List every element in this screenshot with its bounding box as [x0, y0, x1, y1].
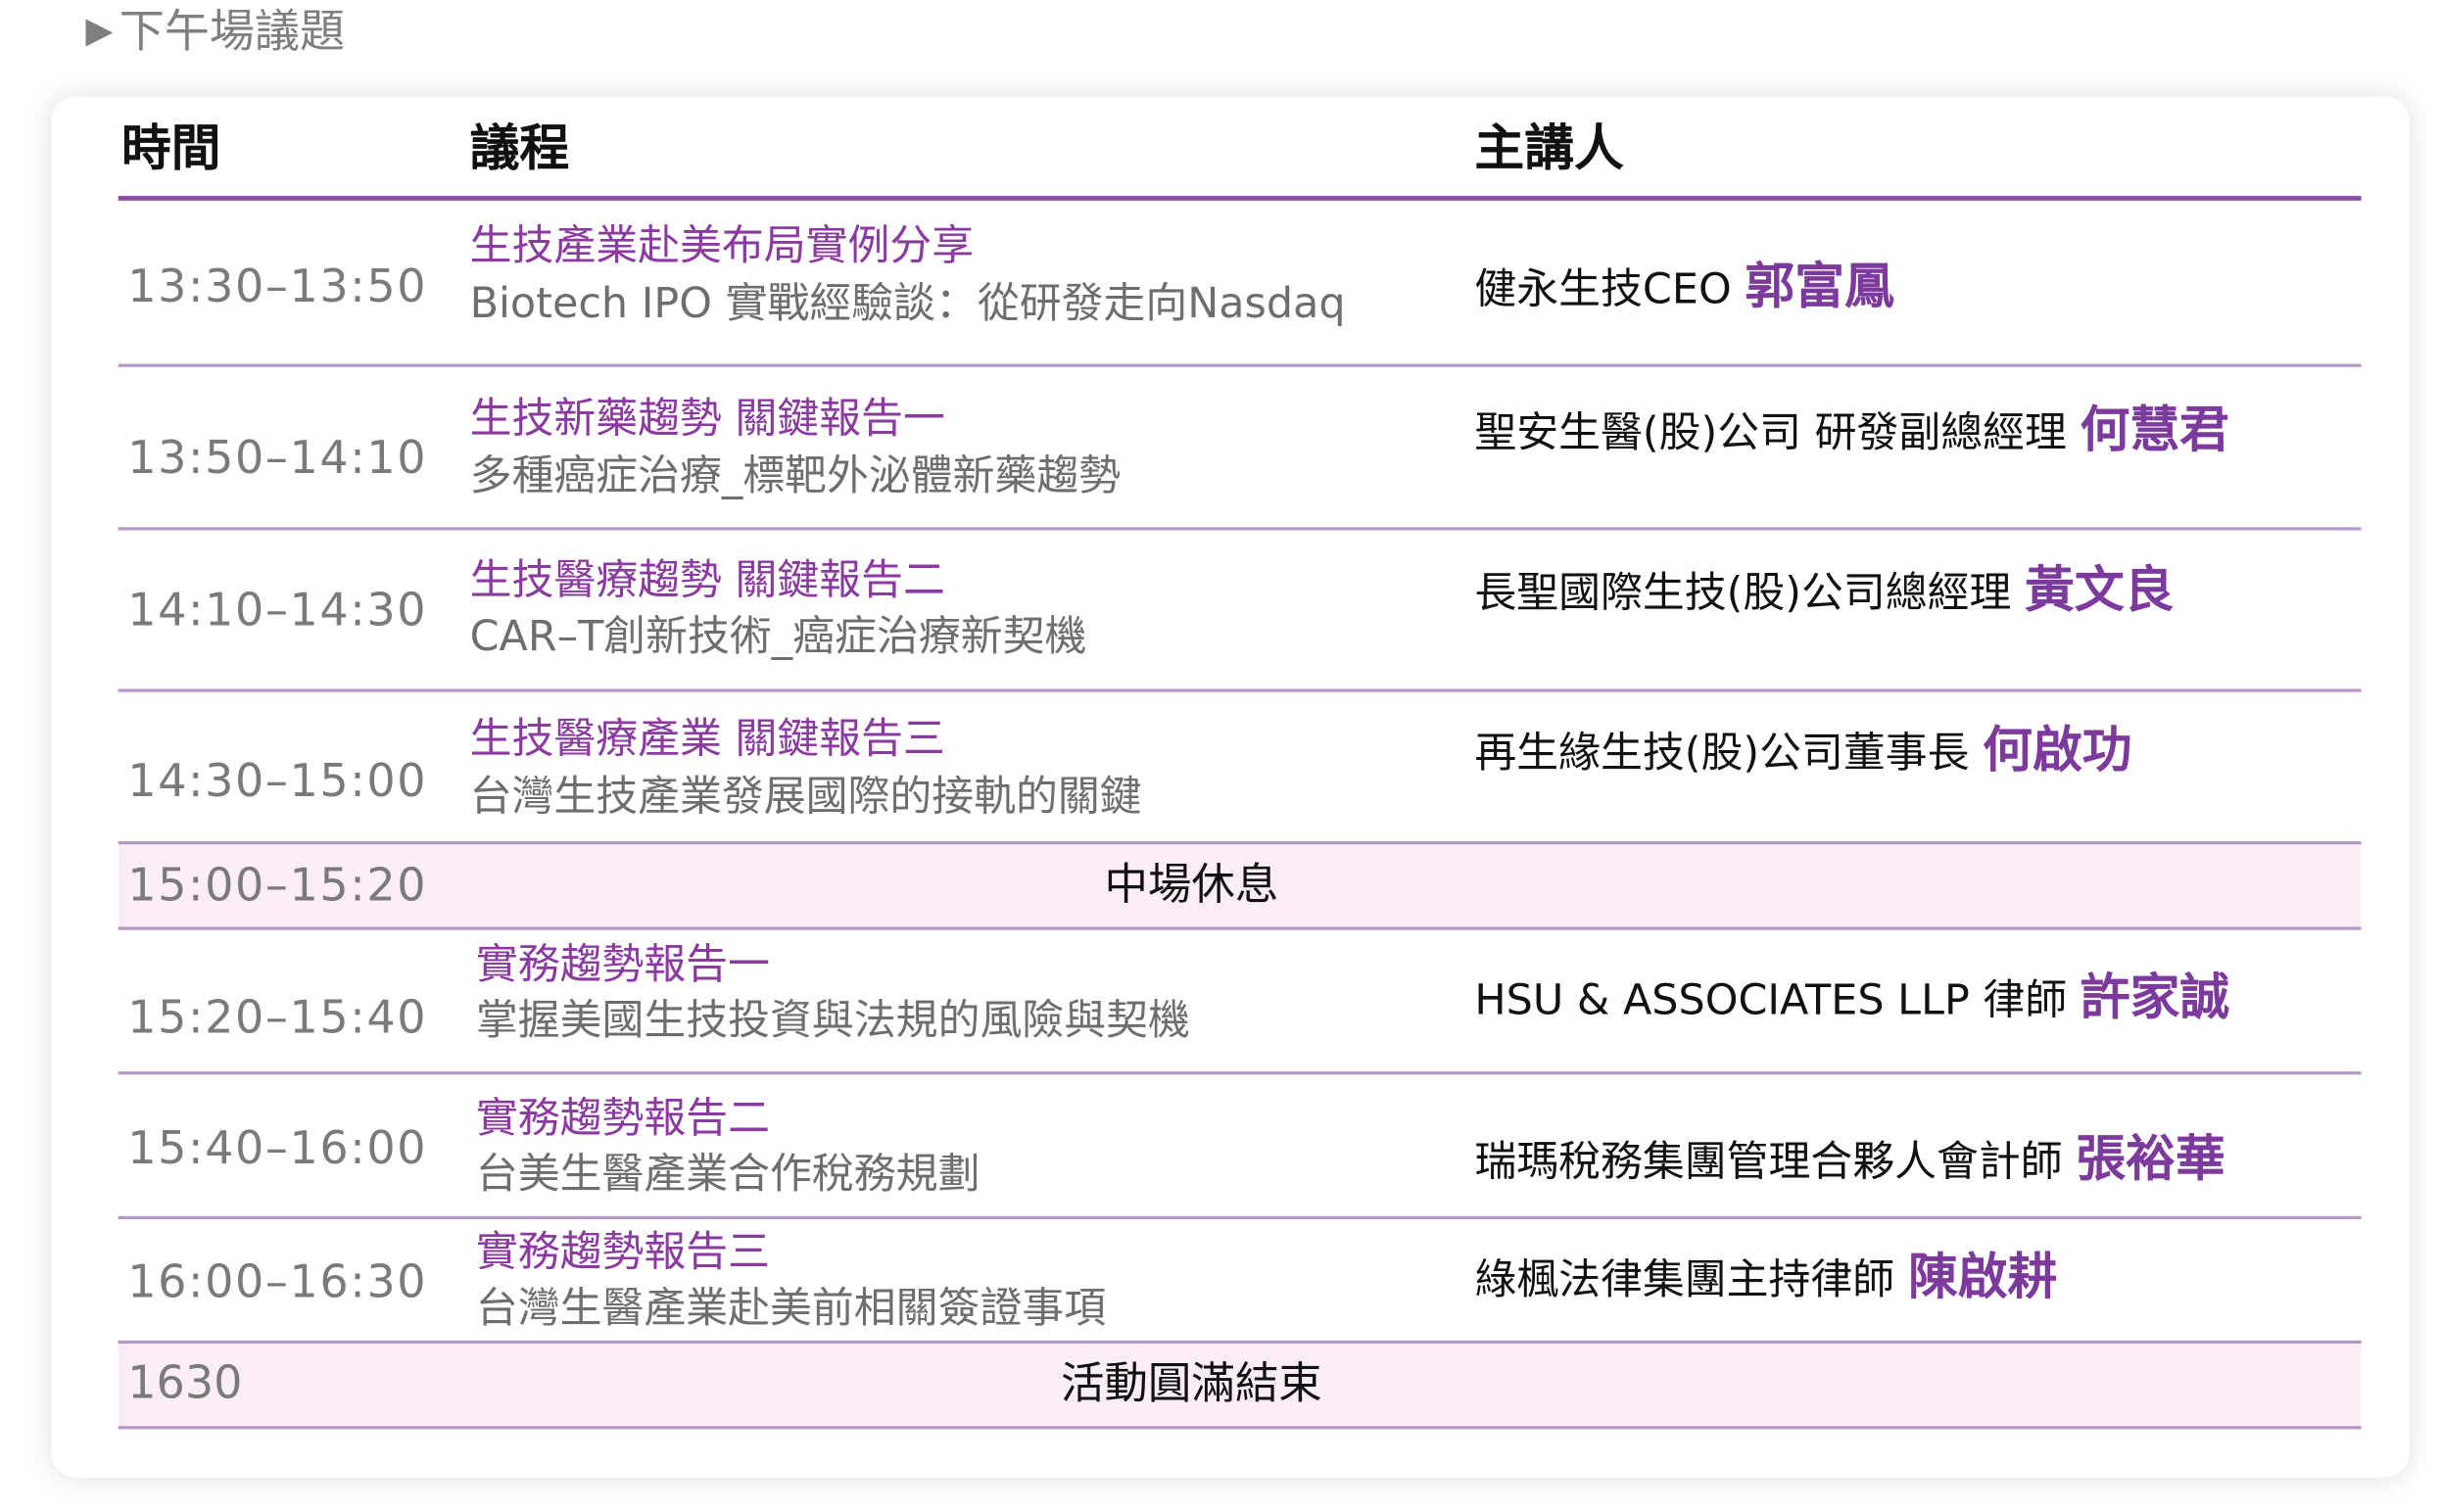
speaker-cell: 瑞瑪稅務集團管理合夥人會計師 張裕華 — [1474, 1127, 2224, 1194]
time-cell: 15:40–16:00 — [127, 1120, 428, 1174]
time-cell: 1630 — [127, 1355, 243, 1409]
row-divider — [118, 1340, 2362, 1345]
topic-title: 實務趨勢報告一 — [475, 940, 771, 989]
topic-title: 生技醫療產業 關鍵報告三 — [469, 715, 945, 764]
topic-title: 生技產業赴美布局實例分享 — [469, 222, 975, 271]
row-divider — [118, 363, 2362, 367]
speaker-cell: 健永生技CEO 郭富鳳 — [1474, 255, 1893, 321]
speaker-org: 健永生技CEO — [1474, 265, 1746, 314]
speaker-org: 再生緣生技(股)公司董事長 — [1474, 729, 1984, 778]
header-rule — [118, 196, 2362, 201]
topic-subtitle: 台灣生醫產業赴美前相關簽證事項 — [475, 1284, 1107, 1333]
section-heading-title: 下午場議題 — [119, 4, 346, 58]
speaker-name: 張裕華 — [2076, 1128, 2225, 1189]
row-divider — [118, 841, 2362, 845]
speaker-org: 瑞瑪稅務集團管理合夥人會計師 — [1474, 1138, 2077, 1187]
column-header-agenda: 議程 — [469, 118, 570, 178]
row-divider — [118, 527, 2362, 531]
speaker-org: 綠楓法律集團主持律師 — [1474, 1256, 1908, 1305]
row-divider — [118, 1215, 2362, 1219]
topic-title: 生技醫療趨勢 關鍵報告二 — [469, 556, 945, 605]
speaker-name: 郭富鳳 — [1745, 257, 1894, 316]
speaker-org: HSU & ASSOCIATES LLP 律師 — [1474, 976, 2080, 1025]
speaker-cell: 聖安生醫(股)公司 研發副總經理 何慧君 — [1474, 399, 2229, 465]
topic-subtitle: Biotech IPO 實戰經驗談：從研發走向Nasdaq — [469, 279, 1346, 329]
time-cell: 15:00–15:20 — [127, 858, 428, 912]
column-header-time: 時間 — [120, 118, 221, 178]
speaker-cell: 再生緣生技(股)公司董事長 何啟功 — [1474, 719, 2131, 785]
speaker-name: 黃文良 — [2025, 559, 2175, 620]
topic-subtitle: CAR–T創新技術_癌症治療新契機 — [469, 612, 1087, 661]
section-heading: ▶ 下午場議題 — [85, 0, 345, 63]
time-cell: 13:50–14:10 — [127, 430, 428, 484]
speaker-org: 聖安生醫(股)公司 研發副總經理 — [1474, 408, 2080, 457]
page-root: ▶ 下午場議題 時間 議程 主講人 13:30–13:50 生技產業赴美布局實例… — [0, 0, 2439, 1512]
speaker-cell: 綠楓法律集團主持律師 陳啟耕 — [1474, 1246, 2057, 1312]
break-label: 中場休息 — [1104, 858, 1279, 910]
speaker-name: 何啟功 — [1983, 720, 2132, 780]
topic-title: 實務趨勢報告三 — [475, 1228, 771, 1277]
speaker-name: 何慧君 — [2080, 400, 2230, 459]
speaker-cell: HSU & ASSOCIATES LLP 律師 許家誠 — [1474, 966, 2229, 1032]
row-divider — [118, 926, 2362, 930]
time-cell: 14:30–15:00 — [127, 754, 428, 808]
triangle-right-icon: ▶ — [85, 11, 114, 52]
closing-label: 活動圓滿結束 — [1060, 1357, 1322, 1409]
topic-subtitle: 掌握美國生技投資與法規的風險與契機 — [475, 996, 1190, 1046]
topic-subtitle: 台灣生技產業發展國際的接軌的關鍵 — [469, 773, 1142, 822]
row-divider — [118, 688, 2362, 692]
time-cell: 14:10–14:30 — [127, 583, 428, 637]
topic-title: 實務趨勢報告二 — [475, 1094, 771, 1144]
time-cell: 16:00–16:30 — [127, 1254, 428, 1308]
column-header-speaker: 主講人 — [1474, 118, 1624, 178]
speaker-name: 許家誠 — [2080, 967, 2230, 1027]
topic-subtitle: 台美生醫產業合作稅務規劃 — [475, 1151, 980, 1200]
speaker-name: 陳啟耕 — [1907, 1247, 2058, 1306]
topic-title: 生技新藥趨勢 關鍵報告一 — [469, 395, 945, 444]
time-cell: 13:30–13:50 — [127, 260, 428, 313]
speaker-org: 長聖國際生技(股)公司總經理 — [1474, 569, 2026, 618]
time-cell: 15:20–15:40 — [127, 990, 428, 1044]
topic-subtitle: 多種癌症治療_標靶外泌體新藥趨勢 — [469, 452, 1122, 501]
speaker-cell: 長聖國際生技(股)公司總經理 黃文良 — [1474, 558, 2174, 625]
row-divider — [118, 1426, 2362, 1430]
row-divider — [118, 1071, 2362, 1075]
